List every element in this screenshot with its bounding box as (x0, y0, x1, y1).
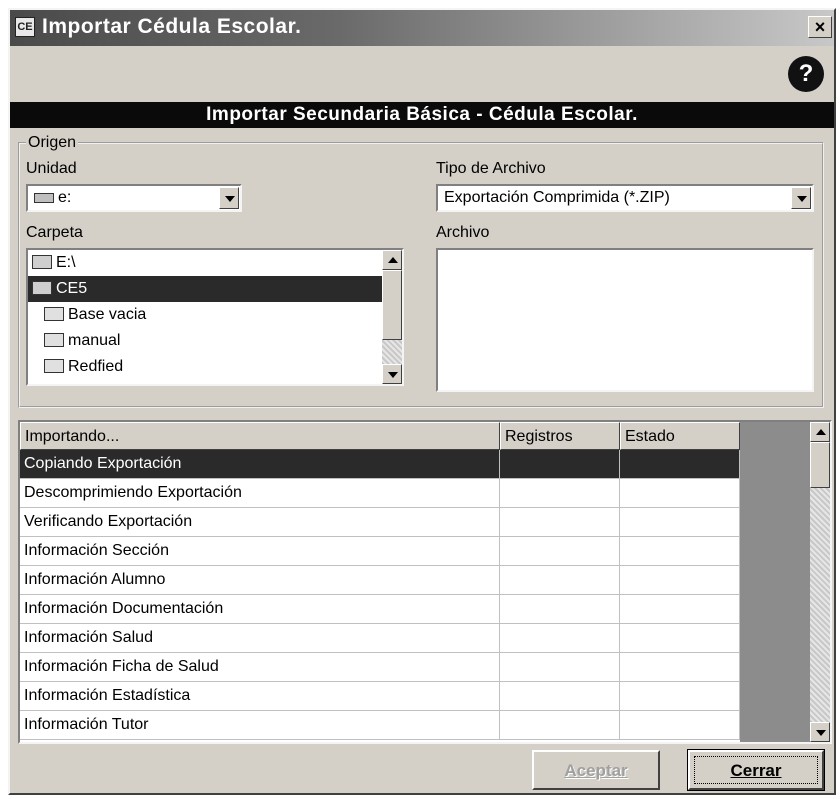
task-cell: Información Documentación (20, 595, 500, 624)
estado-cell (620, 537, 740, 566)
estado-cell (620, 624, 740, 653)
table-row[interactable]: Información Estadística (20, 682, 740, 711)
app-icon: CE (15, 17, 35, 37)
task-cell: Descomprimiendo Exportación (20, 479, 500, 508)
table-row[interactable]: Información Alumno (20, 566, 740, 595)
archivo-label: Archivo (436, 224, 490, 241)
aceptar-button[interactable]: Aceptar (532, 750, 660, 790)
table-row[interactable]: Información Documentación (20, 595, 740, 624)
column-header-importando[interactable]: Importando... (20, 422, 500, 450)
window-title: Importar Cédula Escolar. (42, 15, 302, 38)
close-button[interactable]: × (808, 16, 832, 38)
column-header-estado[interactable]: Estado (620, 422, 740, 450)
folder-name: CE5 (56, 280, 88, 297)
table-row[interactable]: Copiando Exportación (20, 450, 740, 479)
tipo-archivo-select[interactable]: Exportación Comprimida (*.ZIP) (436, 184, 814, 212)
scroll-up-icon[interactable] (382, 250, 402, 270)
folder-icon (44, 332, 64, 347)
origen-legend: Origen (28, 134, 77, 151)
drive-icon (34, 192, 54, 203)
tipo-dropdown-arrow-icon[interactable] (791, 187, 811, 209)
table-scrollbar[interactable] (810, 422, 830, 742)
focus-rect (694, 756, 818, 784)
column-header-registros[interactable]: Registros (500, 422, 620, 450)
estado-cell (620, 711, 740, 740)
estado-cell (620, 653, 740, 682)
unidad-dropdown-arrow-icon[interactable] (219, 187, 239, 209)
unidad-select[interactable]: e: (26, 184, 242, 212)
estado-cell (620, 682, 740, 711)
table-row[interactable]: Información Sección (20, 537, 740, 566)
folder-name: Redfied (68, 358, 124, 375)
archivo-list[interactable] (436, 248, 814, 392)
folder-name: manual (68, 332, 121, 349)
registros-cell (500, 624, 620, 653)
registros-cell (500, 711, 620, 740)
scroll-down-icon[interactable] (382, 364, 402, 384)
carpeta-label: Carpeta (26, 224, 83, 241)
folder-name: E:\ (56, 254, 76, 271)
scroll-thumb[interactable] (382, 270, 402, 340)
tipo-archivo-value: Exportación Comprimida (*.ZIP) (444, 189, 670, 206)
table-empty-area (740, 422, 810, 742)
registros-cell (500, 595, 620, 624)
task-cell: Verificando Exportación (20, 508, 500, 537)
open-folder-icon (32, 280, 52, 295)
registros-cell (500, 450, 620, 479)
folder-item-base-vacia[interactable]: Base vacia (28, 302, 384, 328)
task-cell: Información Alumno (20, 566, 500, 595)
table-row[interactable]: Verificando Exportación (20, 508, 740, 537)
estado-cell (620, 595, 740, 624)
tipo-archivo-label: Tipo de Archivo (436, 160, 546, 177)
registros-cell (500, 653, 620, 682)
registros-cell (500, 537, 620, 566)
folder-icon (44, 306, 64, 321)
import-progress-table: Importando... Registros Estado Copiando … (18, 420, 832, 744)
task-cell: Información Estadística (20, 682, 500, 711)
folder-item-manual[interactable]: manual (28, 328, 384, 354)
estado-cell (620, 566, 740, 595)
scroll-down-icon[interactable] (810, 722, 830, 742)
registros-cell (500, 508, 620, 537)
registros-cell (500, 479, 620, 508)
table-row[interactable]: Información Salud (20, 624, 740, 653)
table-row[interactable]: Información Tutor (20, 711, 740, 740)
cerrar-button[interactable]: Cerrar (687, 749, 825, 791)
folder-name: Base vacia (68, 306, 147, 323)
task-cell: Copiando Exportación (20, 450, 500, 479)
registros-cell (500, 682, 620, 711)
dialog-banner: Importar Secundaria Básica - Cédula Esco… (10, 102, 834, 128)
estado-cell (620, 450, 740, 479)
task-cell: Información Salud (20, 624, 500, 653)
title-bar[interactable]: CE Importar Cédula Escolar. × (10, 10, 834, 46)
estado-cell (620, 508, 740, 537)
task-cell: Información Ficha de Salud (20, 653, 500, 682)
import-dialog: CE Importar Cédula Escolar. × ? Importar… (8, 8, 836, 795)
scroll-thumb[interactable] (810, 442, 830, 488)
folder-icon (44, 358, 64, 373)
folder-item-drive[interactable]: E:\ (28, 250, 384, 276)
folder-item-ce5[interactable]: CE5 (28, 276, 384, 302)
origen-group: Origen Unidad e: Tipo de Archivo Exporta… (18, 134, 824, 408)
task-cell: Información Tutor (20, 711, 500, 740)
help-icon[interactable]: ? (788, 56, 824, 92)
carpeta-scrollbar[interactable] (382, 250, 402, 384)
table-row[interactable]: Información Ficha de Salud (20, 653, 740, 682)
carpeta-list[interactable]: E:\ CE5 Base vacia manual Redfied (26, 248, 404, 386)
open-folder-icon (32, 254, 52, 269)
registros-cell (500, 566, 620, 595)
unidad-value: e: (58, 189, 72, 206)
unidad-label: Unidad (26, 160, 77, 177)
estado-cell (620, 479, 740, 508)
folder-item-redfied[interactable]: Redfied (28, 354, 384, 380)
scroll-up-icon[interactable] (810, 422, 830, 442)
table-row[interactable]: Descomprimiendo Exportación (20, 479, 740, 508)
task-cell: Información Sección (20, 537, 500, 566)
